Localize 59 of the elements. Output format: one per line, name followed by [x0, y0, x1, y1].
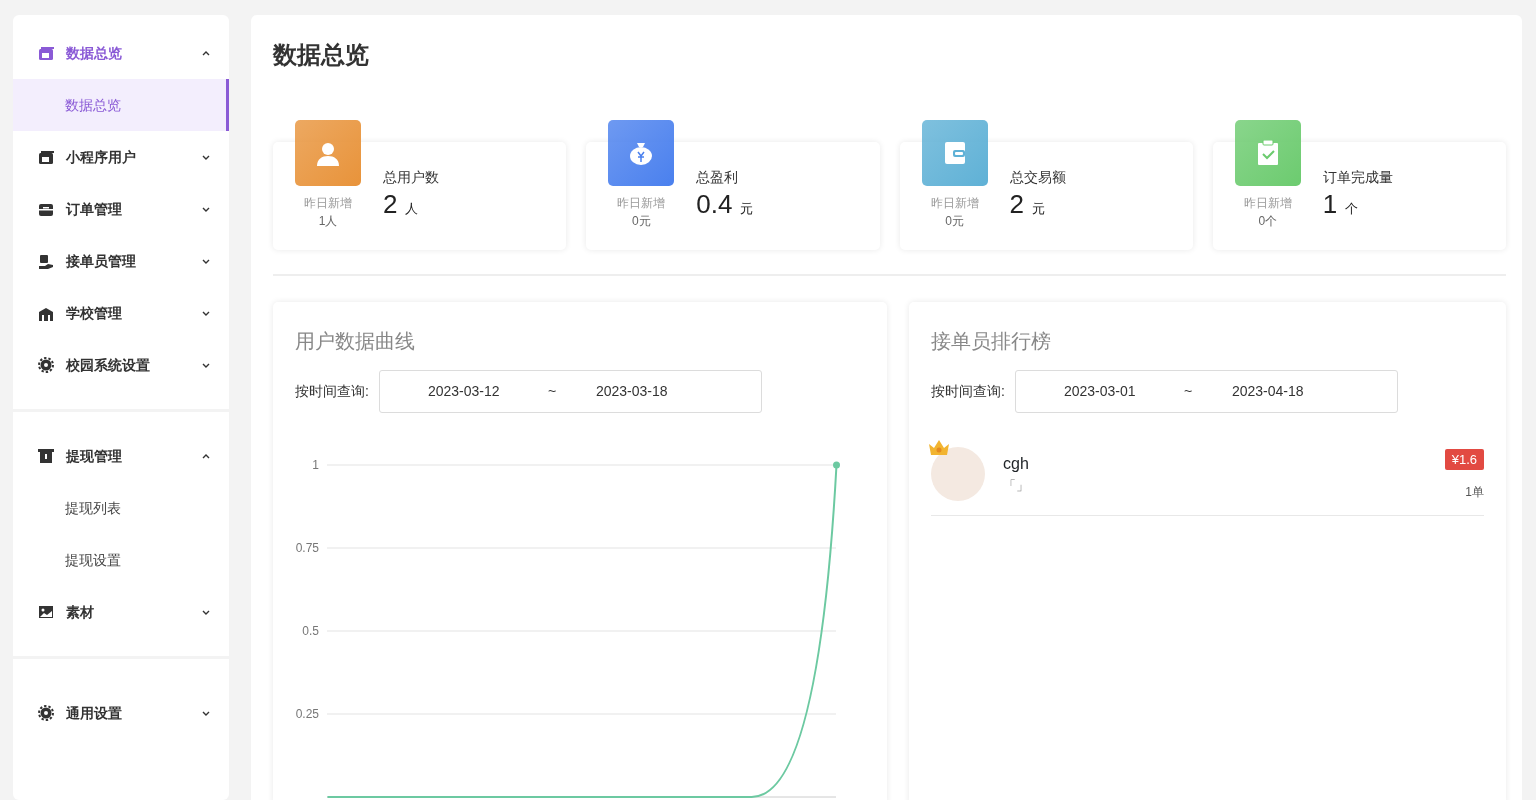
stat-unit: 个 [1345, 201, 1359, 216]
axis-label: 0.5 [302, 624, 319, 638]
atm-icon [38, 448, 54, 464]
query-label: 按时间查询: [931, 382, 1005, 401]
stat-sub-label: 昨日新增 [1243, 196, 1292, 212]
courier-name: cgh [1003, 454, 1030, 475]
axis-label: 0.25 [295, 707, 319, 721]
stat-label: 总盈利 [696, 168, 740, 187]
date-range-field[interactable]: 2023-03-01 ~ 2023-04-18 [1014, 370, 1398, 413]
stat-label: 总交易额 [1009, 168, 1066, 187]
stat-sub-label: 昨日新增 [930, 196, 979, 212]
date-range-field[interactable]: 2023-03-12 ~ 2023-03-18 [378, 370, 762, 413]
gear-icon [38, 705, 54, 721]
stat-unit: 元 [1031, 201, 1045, 216]
axis-label: 1 [312, 458, 319, 472]
card-title: 接单员排行榜 [931, 329, 1052, 354]
person-icon [315, 140, 341, 166]
stat-value: 0.4 [696, 189, 733, 219]
amount-tag: ¥1.6 [1444, 449, 1484, 470]
sidebar-item[interactable]: 接单员管理 [13, 235, 229, 287]
courier-note: 「」 [1003, 477, 1030, 496]
stat-unit: 人 [405, 201, 419, 216]
sidebar-item[interactable]: 订单管理 [13, 183, 229, 235]
dashboard-icon [38, 149, 54, 165]
sidebar-subitem[interactable]: 数据总览 [13, 79, 229, 131]
sidebar-subitem[interactable]: 提现列表 [13, 482, 229, 534]
stat-value: 2 [1009, 189, 1024, 219]
sidebar-item[interactable]: 校园系统设置 [13, 339, 229, 391]
stat-sub-value: 0元 [945, 212, 964, 230]
stat-sub-label: 昨日新增 [304, 196, 352, 212]
sidebar-item[interactable]: 小程序用户 [13, 131, 229, 183]
stat-sub-value: 0元 [631, 212, 651, 230]
hand-icon [38, 253, 54, 269]
stat-sub-value: 1人 [318, 212, 338, 230]
stat-label: 订单完成量 [1322, 168, 1393, 187]
sidebar-item[interactable]: 素材 [13, 586, 229, 638]
stat-value: 2 [383, 189, 398, 219]
dashboard-icon [38, 45, 54, 61]
stat-sub-value: 0个 [1258, 212, 1278, 230]
sidebar-subitem[interactable]: 提现设置 [13, 534, 229, 586]
stat-label: 总用户数 [383, 168, 439, 187]
sidebar-item[interactable]: 数据总览 [13, 27, 229, 79]
data-point [833, 461, 840, 469]
stat-unit: 元 [740, 201, 754, 216]
money-bag-icon [628, 140, 655, 166]
card-title: 用户数据曲线 [295, 329, 416, 354]
sidebar-item[interactable]: 通用设置 [13, 687, 229, 739]
briefcase-icon [38, 201, 54, 217]
gear-icon [38, 357, 54, 373]
sidebar-item[interactable]: 学校管理 [13, 287, 229, 339]
stat-value: 1 [1322, 189, 1338, 219]
stat-sub-label: 昨日新增 [617, 196, 666, 212]
image-icon [38, 604, 54, 620]
query-label: 按时间查询: [295, 382, 369, 401]
school-icon [38, 305, 54, 321]
order-count: 1单 [1464, 484, 1484, 501]
page-title: 数据总览 [273, 40, 370, 70]
sidebar-item[interactable]: 提现管理 [13, 430, 229, 482]
axis-label: 0.75 [295, 541, 319, 555]
